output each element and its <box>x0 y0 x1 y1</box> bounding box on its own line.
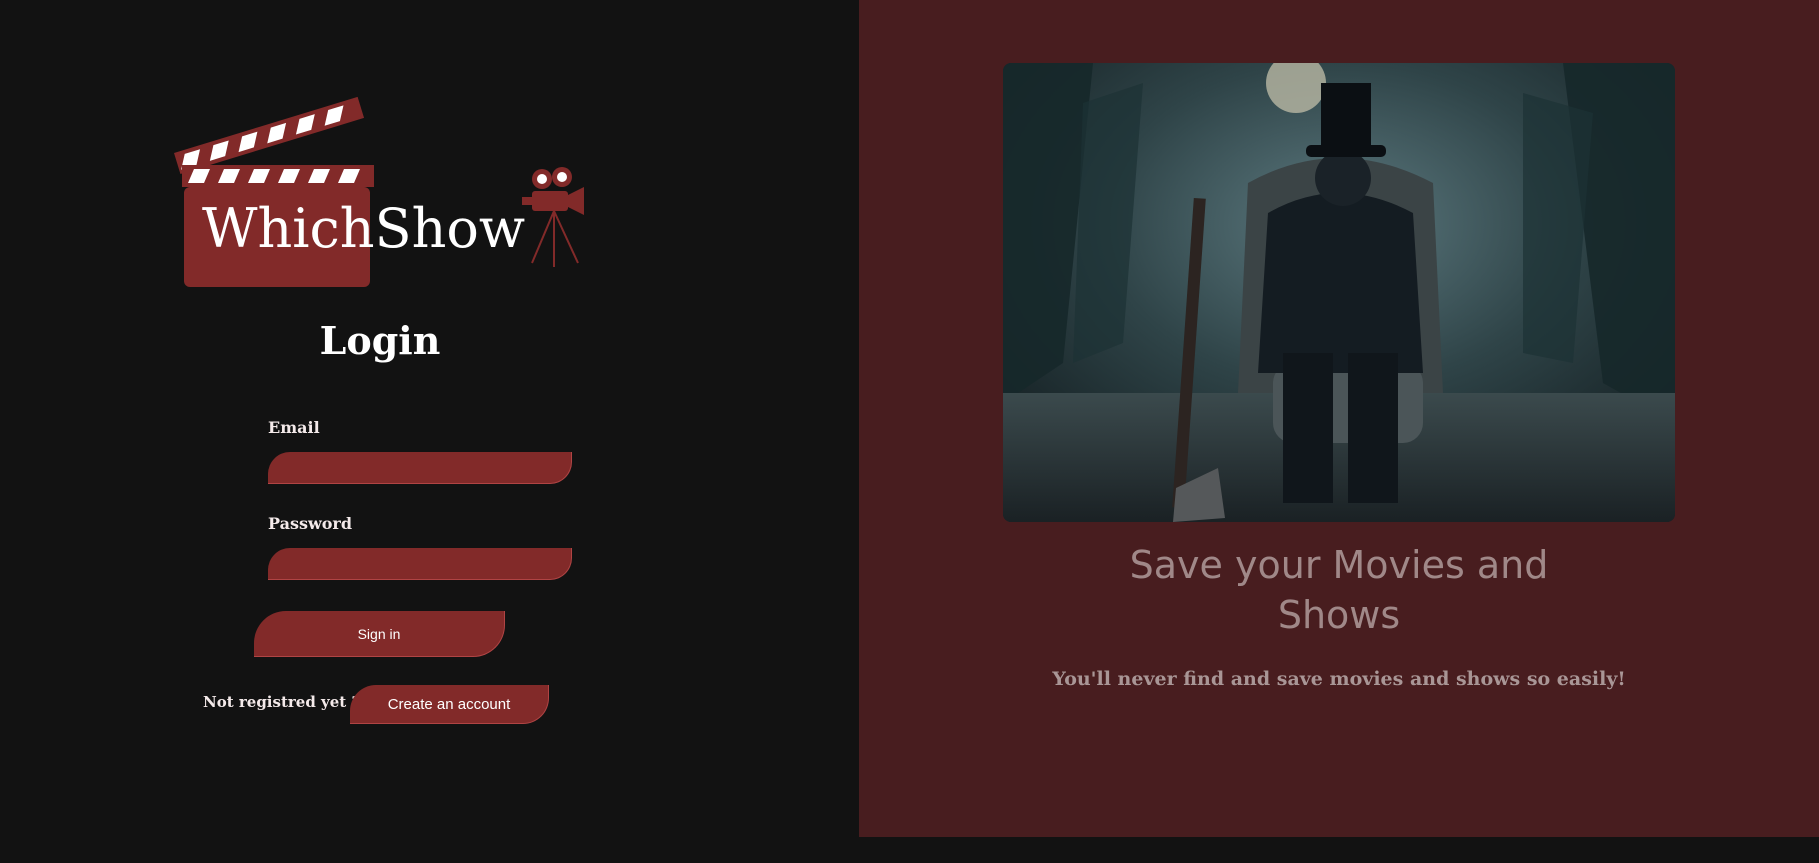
clapperboard-icon <box>174 96 584 287</box>
password-field[interactable] <box>268 548 572 580</box>
page-title: Login <box>319 318 441 363</box>
not-registered-text: Not registred yet ? <box>203 693 361 711</box>
brand-name: WhichShow <box>202 197 526 260</box>
hero-caption: Save your Movies and Shows <box>1129 543 1549 637</box>
hero-subtitle: You'll never find and save movies and sh… <box>1052 668 1626 690</box>
password-label: Password <box>268 514 353 533</box>
whichshow-logo: WhichShow <box>170 95 590 295</box>
film-projector-icon <box>522 167 584 267</box>
hero-movie-image <box>1003 63 1675 522</box>
email-field[interactable] <box>268 452 572 484</box>
email-label: Email <box>268 418 320 437</box>
create-account-button[interactable]: Create an account <box>350 685 549 724</box>
sign-in-button[interactable]: Sign in <box>254 611 505 657</box>
